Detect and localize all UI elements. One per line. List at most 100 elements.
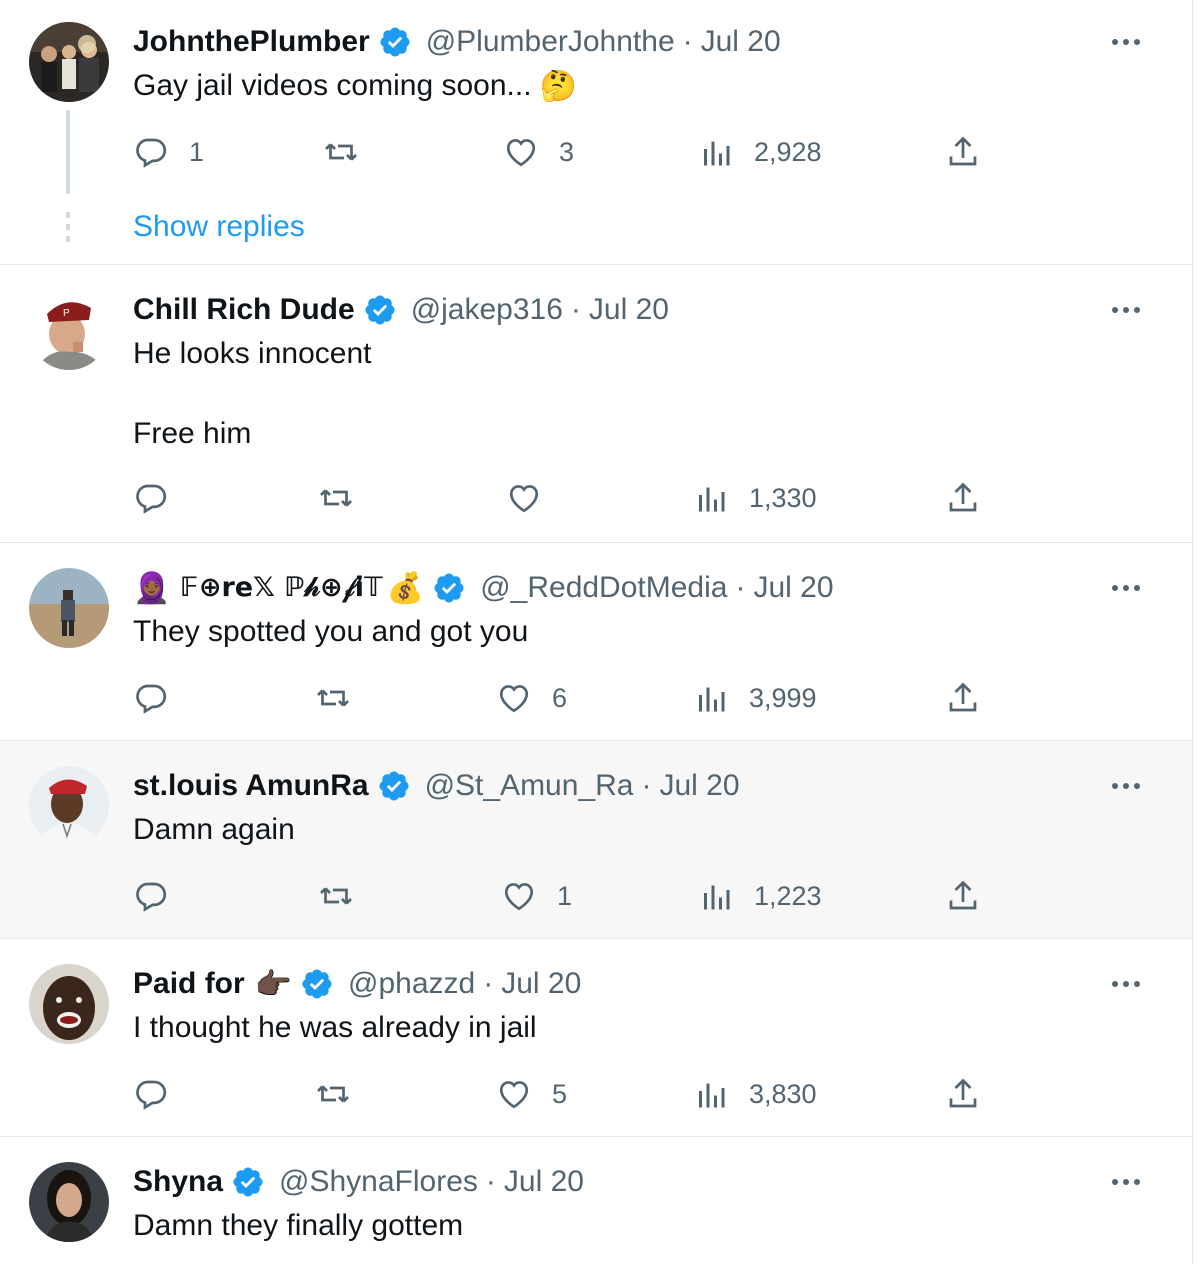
tweet-header: Chill Rich Dude @jakep316 · Jul 20 (133, 290, 669, 330)
avatar[interactable] (29, 568, 109, 648)
display-name[interactable]: Shyna (133, 1165, 223, 1199)
heart-icon (499, 1081, 529, 1109)
separator: · (485, 1165, 496, 1198)
views-count: 3,830 (749, 1078, 817, 1109)
share-button[interactable] (945, 478, 981, 518)
tweet-actions: 1,330 (133, 478, 993, 518)
more-options-icon[interactable] (1110, 968, 1142, 1000)
separator: · (570, 293, 581, 326)
more-options-icon[interactable] (1110, 1166, 1142, 1198)
user-handle[interactable]: @ShynaFlores (279, 1165, 478, 1199)
tweet-date[interactable]: Jul 20 (701, 25, 781, 59)
more-options-icon[interactable] (1110, 572, 1142, 604)
scrollbar[interactable] (1192, 0, 1204, 1264)
tweet-date[interactable]: Jul 20 (501, 967, 581, 1001)
retweet-button[interactable] (315, 1074, 351, 1114)
like-count: 3 (559, 136, 575, 167)
separator: · (735, 571, 746, 604)
reply-button[interactable] (133, 1074, 169, 1114)
retweet-button[interactable] (318, 478, 354, 518)
svg-text:P: P (63, 308, 70, 319)
share-icon (949, 482, 977, 512)
retweet-icon (320, 887, 352, 905)
retweet-button[interactable] (323, 132, 359, 172)
tweet-date[interactable]: Jul 20 (504, 1165, 584, 1199)
views-count: 1,223 (754, 880, 822, 911)
tweet[interactable]: st.louis AmunRa @St_Amun_Ra · Jul 20 Dam… (0, 741, 1192, 939)
verified-badge-icon (379, 771, 409, 801)
heart-icon (509, 485, 539, 513)
reply-button[interactable] (133, 678, 169, 718)
display-name[interactable]: Paid for (133, 967, 245, 1001)
tweet[interactable]: P Chill Rich Dude @jakep316 · Jul 20 He … (0, 265, 1192, 543)
tweet-date[interactable]: Jul 20 (659, 769, 739, 803)
share-icon (949, 682, 977, 712)
tweet-text: Gay jail videos coming soon... 🤔 (133, 66, 577, 107)
tweet[interactable]: Shyna @ShynaFlores · Jul 20 Damn they fi… (0, 1137, 1192, 1264)
avatar[interactable] (29, 964, 109, 1044)
tweet-header: Shyna @ShynaFlores · Jul 20 (133, 1162, 584, 1202)
tweet-date[interactable]: Jul 20 (753, 571, 833, 605)
separator: · (641, 769, 652, 802)
views-chart-icon (699, 487, 725, 512)
reply-button[interactable] (133, 876, 169, 916)
views-chart-icon (704, 141, 730, 166)
avatar[interactable] (29, 1162, 109, 1242)
display-name[interactable]: st.louis AmunRa (133, 769, 369, 803)
display-name[interactable]: JohnthePlumber (133, 25, 370, 59)
user-handle[interactable]: @jakep316 (411, 293, 563, 327)
tweet-text: They spotted you and got you (133, 615, 529, 648)
share-button[interactable] (945, 132, 981, 172)
share-button[interactable] (945, 678, 981, 718)
display-name[interactable]: 𝔽⊕re𝕏 ℙ𝒽⊕𝒻i𝕋 (180, 572, 382, 604)
more-options-icon[interactable] (1110, 26, 1142, 58)
avatar[interactable]: P (29, 290, 109, 370)
avatar[interactable] (29, 22, 109, 102)
heart-icon (506, 139, 536, 167)
user-handle[interactable]: @PlumberJohnthe (426, 25, 675, 59)
like-count: 5 (552, 1078, 568, 1109)
more-options-icon[interactable] (1110, 294, 1142, 326)
like-button[interactable]: 5 (496, 1074, 567, 1114)
user-handle[interactable]: @phazzd (348, 967, 475, 1001)
views-button[interactable]: 3,999 (693, 678, 817, 718)
display-name[interactable]: Chill Rich Dude (133, 293, 355, 327)
views-button[interactable]: 3,830 (693, 1074, 817, 1114)
avatar[interactable] (29, 766, 109, 846)
verified-badge-icon (302, 969, 332, 999)
views-chart-icon (699, 1083, 725, 1108)
user-handle[interactable]: @St_Amun_Ra (425, 769, 634, 803)
thread-line (66, 110, 70, 194)
views-button[interactable]: 1,223 (698, 876, 822, 916)
views-button[interactable]: 2,928 (698, 132, 822, 172)
tweet-header: 🧕🏾 𝔽⊕re𝕏 ℙ𝒽⊕𝒻i𝕋 💰 @_ReddDotMedia · Jul 2… (133, 568, 834, 608)
more-options-icon[interactable] (1110, 770, 1142, 802)
reply-icon (136, 882, 167, 912)
user-handle[interactable]: @_ReddDotMedia (480, 571, 727, 605)
like-button[interactable]: 6 (496, 678, 567, 718)
retweet-button[interactable] (318, 876, 354, 916)
reply-button[interactable] (133, 478, 169, 518)
tweet-date[interactable]: Jul 20 (589, 293, 669, 327)
tweet[interactable]: Paid for 👉🏿 @phazzd · Jul 20 I thought h… (0, 939, 1192, 1137)
verified-badge-icon (233, 1167, 263, 1197)
reply-icon (136, 138, 167, 168)
tweet[interactable]: JohnthePlumber @PlumberJohnthe · Jul 20 … (0, 0, 1192, 265)
show-replies-link[interactable]: Show replies (133, 210, 305, 244)
person-headscarf-emoji: 🧕🏾 (133, 571, 171, 605)
share-button[interactable] (945, 876, 981, 916)
like-count: 6 (552, 682, 568, 713)
like-button[interactable] (506, 478, 542, 518)
like-button[interactable]: 3 (503, 132, 574, 172)
reply-icon (136, 1080, 167, 1110)
views-button[interactable]: 1,330 (693, 478, 817, 518)
thinking-face-emoji: 🤔 (539, 70, 578, 104)
share-button[interactable] (945, 1074, 981, 1114)
tweet[interactable]: 🧕🏾 𝔽⊕re𝕏 ℙ𝒽⊕𝒻i𝕋 💰 @_ReddDotMedia · Jul 2… (0, 543, 1192, 741)
like-button[interactable]: 1 (501, 876, 572, 916)
reply-icon (136, 484, 167, 514)
retweet-icon (325, 143, 357, 161)
retweet-button[interactable] (315, 678, 351, 718)
reply-button[interactable]: 1 (133, 132, 204, 172)
tweet-actions: 6 3,999 (133, 678, 993, 718)
